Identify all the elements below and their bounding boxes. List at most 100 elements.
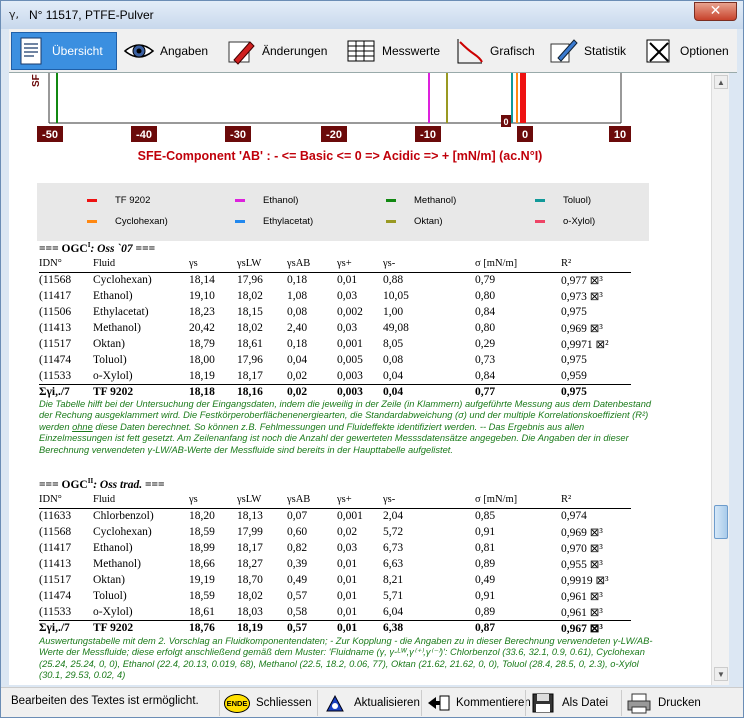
table-cell: 18,27 [237, 558, 263, 570]
table-cell: 0,002 [337, 306, 363, 318]
close-button[interactable]: ✕ [694, 2, 737, 21]
tab-statistik[interactable]: Statistik [543, 32, 637, 70]
schliessen-button[interactable]: ENDE Schliessen [219, 690, 315, 716]
table-cell: 2,40 [287, 322, 308, 334]
title-bar[interactable]: γ, N° 11517, PTFE-Pulver ✕ [1, 1, 743, 29]
table-cell: Oktan) [93, 574, 125, 586]
graph-icon [452, 35, 486, 67]
legend-swatch [87, 220, 97, 223]
table-row[interactable]: (11417 Ethanol) 18,99 18,17 0,82 0,03 6,73 0,81… [39, 540, 631, 556]
table-row[interactable]: (11474 Toluol) 18,00 17,96 0,04 0,005 0,08 0,73… [39, 352, 631, 368]
table-cell: 8,05 [383, 338, 404, 350]
vertical-scrollbar[interactable]: ▲ ▼ [711, 73, 729, 685]
table-cell: (11417 [39, 290, 72, 302]
table-cell: 0,001 [337, 338, 363, 350]
column-header: γsLW [237, 256, 287, 273]
aktualisieren-button[interactable]: Aktualisieren [317, 690, 421, 716]
table-cell: 17,96 [237, 274, 263, 287]
table-cell: (11474 [39, 354, 72, 366]
svg-text:0: 0 [522, 129, 528, 141]
table-row[interactable]: (11417 Ethanol) 19,10 18,02 1,08 0,03 10,05 0,8… [39, 288, 631, 304]
summary-cell: Σγi,./7 [39, 383, 93, 400]
column-header: γs- [383, 256, 475, 273]
scroll-thumb[interactable] [714, 505, 728, 539]
table-row[interactable]: (11517 Oktan) 19,19 18,70 0,49 0,01 8,21 0,49 0,… [39, 572, 631, 588]
kommentieren-button[interactable]: Kommentieren [421, 690, 531, 716]
tick-m40: -40 [131, 126, 157, 142]
tab-label: Angaben [160, 44, 209, 58]
tab-label: Übersicht [52, 44, 103, 58]
drucken-button[interactable]: Drucken [621, 690, 727, 716]
table-row[interactable]: (11568 Cyclohexan) 18,59 17,99 0,60 0,02 5,72 0… [39, 524, 631, 540]
summary-row: Σγi,./7 TF 9202 18,76 18,19 0,57 0,01 6,38 0,87… [39, 619, 631, 636]
scroll-up-icon[interactable]: ▲ [714, 75, 728, 89]
legend-item: Methanol) [386, 195, 456, 206]
als-datei-button[interactable]: Als Datei [525, 690, 621, 716]
table-row[interactable]: (11474 Toluol) 18,59 18,02 0,57 0,01 5,71 0,91 0… [39, 588, 631, 604]
legend-swatch [386, 199, 396, 202]
table-icon [344, 35, 378, 67]
section1-note: Die Tabelle hilft bei der Untersuchung d… [39, 399, 652, 455]
chart-title: SFE-Component 'AB' : - <= Basic <= 0 => … [138, 149, 543, 163]
svg-text:-10: -10 [420, 129, 436, 141]
summary-cell: 0,02 [287, 383, 337, 400]
tab-grafisch[interactable]: Grafisch [449, 32, 541, 70]
table-cell: 18,61 [237, 338, 263, 350]
svg-text:-20: -20 [326, 129, 342, 141]
table-cell: (11568 [39, 526, 72, 538]
scroll-down-icon[interactable]: ▼ [714, 667, 728, 681]
table-cell: 0,60 [287, 526, 308, 538]
table-cell: 0,03 [337, 322, 358, 334]
tab-uebersicht[interactable]: Übersicht [11, 32, 117, 70]
table-row[interactable]: (11533 o-Xylol) 18,61 18,03 0,58 0,01 6,04 0,89… [39, 604, 631, 620]
save-disk-icon [530, 692, 556, 714]
table-cell: 18,59 [189, 590, 215, 602]
tab-optionen[interactable]: Optionen [639, 32, 735, 70]
table-cell: 0,58 [287, 605, 308, 618]
legend-item: Ethylacetat) [235, 216, 313, 227]
summary-cell: Σγi,./7 [39, 619, 93, 636]
tab-aenderungen[interactable]: Änderungen [221, 32, 339, 70]
table-row[interactable]: (11568 Cyclohexan) 18,14 17,96 0,18 0,01 0,88 0… [39, 272, 631, 288]
legend-swatch [235, 220, 245, 223]
table-row[interactable]: (11633 Chlorbenzol) 18,20 18,13 0,07 0,001 2,0… [39, 508, 631, 524]
table-row[interactable]: (11506 Ethylacetat) 18,23 18,15 0,08 0,002 1,0… [39, 304, 631, 320]
table-cell: 0,975 [561, 306, 587, 318]
table-cell: 0,18 [287, 274, 308, 287]
main-window: γ, N° 11517, PTFE-Pulver ✕ Übersicht Ang… [0, 0, 744, 718]
tab-angaben[interactable]: Angaben [119, 32, 219, 70]
table-cell: 0,974 [561, 510, 587, 523]
table-header-row: IDN° Fluid γs γsLW γsAB γs+ γs-σ [mN/m] R² [39, 256, 631, 273]
chart-legend: TF 9202 Ethanol) Methanol) Toluol) Cyclo… [37, 183, 649, 241]
table-cell: 10,05 [383, 290, 409, 302]
report-content[interactable]: SF -50 -40 -30 -20 -10 0 0 10 SFE-Compon… [9, 73, 711, 685]
table-cell: 0,003 [337, 369, 363, 382]
tf9202-bar [520, 73, 526, 123]
app-icon: γ, [9, 8, 20, 21]
table-row[interactable]: (11413 Methanol) 20,42 18,02 2,40 0,03 49,08 0,… [39, 320, 631, 336]
table-cell: 49,08 [383, 322, 409, 334]
document-icon [14, 35, 48, 67]
legend-swatch [535, 220, 545, 223]
table-cell: 2,04 [383, 510, 404, 523]
summary-cell: 18,16 [237, 383, 287, 400]
table-cell: 0,73 [475, 354, 496, 366]
table-row[interactable]: (11533 o-Xylol) 18,19 18,17 0,02 0,003 0,04 0,8… [39, 368, 631, 384]
table-cell: 0,08 [383, 354, 404, 366]
window-title: N° 11517, PTFE-Pulver [29, 8, 154, 22]
tab-messwerte[interactable]: Messwerte [341, 32, 447, 70]
table-cell: o-Xylol) [93, 369, 133, 382]
table-header-row: IDN° Fluid γs γsLW γsAB γs+ γs-σ [mN/m] R² [39, 492, 631, 509]
table-cell: 0,81 [475, 542, 496, 554]
table-cell: 0,03 [337, 542, 358, 554]
table-cell: 0,9971 ⊠² [561, 339, 609, 351]
table-cell: Oktan) [93, 338, 125, 350]
tab-label: Grafisch [490, 44, 535, 58]
comment-icon [426, 692, 450, 714]
table-cell: (11533 [39, 605, 72, 618]
table-cell: 0,969 ⊠³ [561, 527, 603, 539]
table-row[interactable]: (11517 Oktan) 18,79 18,61 0,18 0,001 8,05 0,29 0… [39, 336, 631, 352]
table-row[interactable]: (11413 Methanol) 18,66 18,27 0,39 0,01 6,63 0,8… [39, 556, 631, 572]
table-cell: (11633 [39, 510, 72, 523]
table-cell: (11413 [39, 558, 72, 570]
